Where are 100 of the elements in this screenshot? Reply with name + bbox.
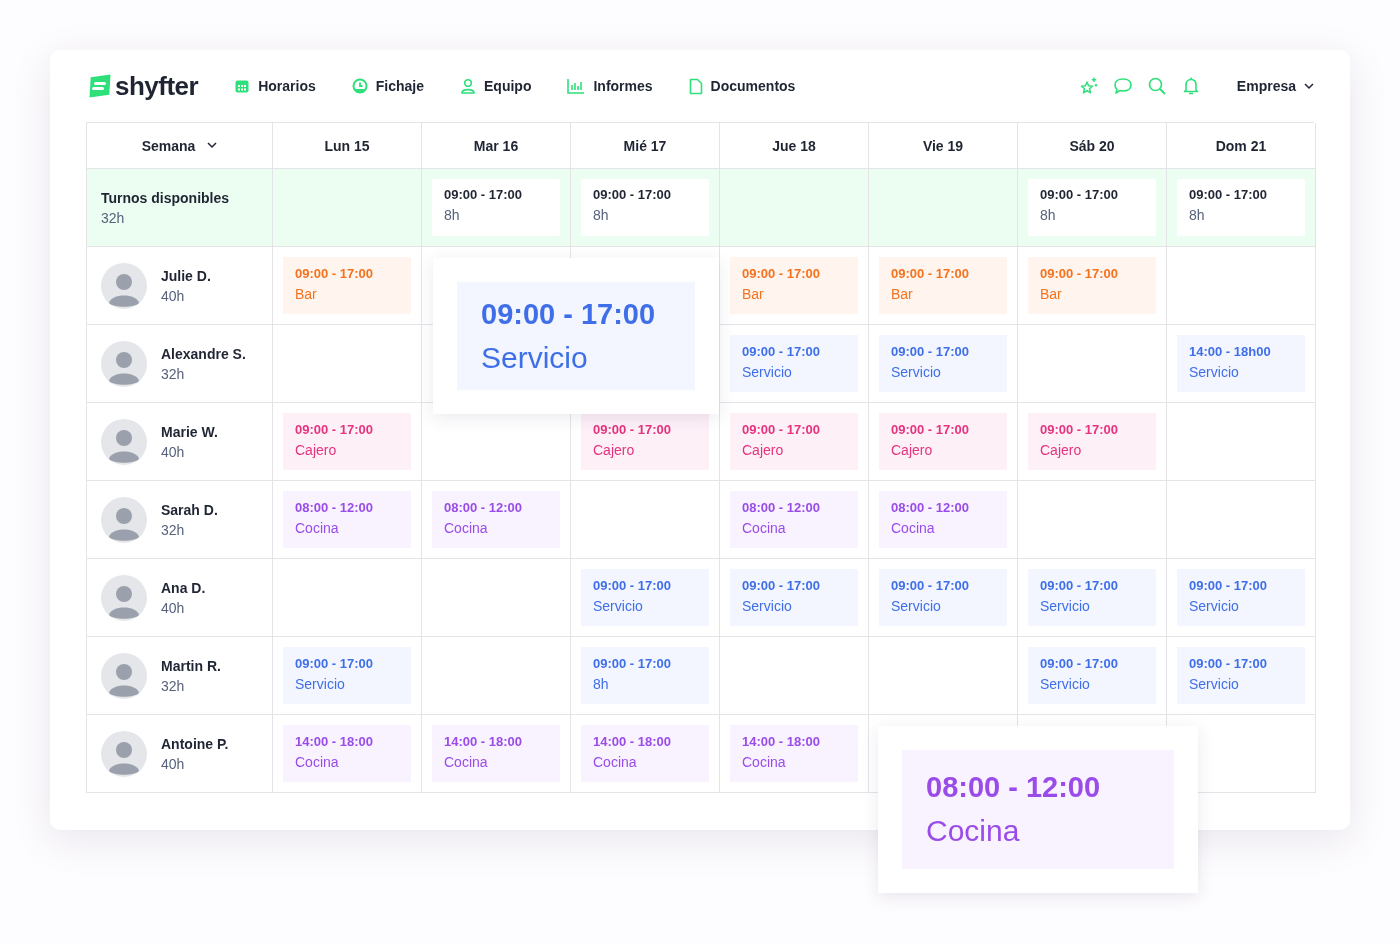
open-shift-card[interactable]: 09:00 - 17:00 8h (432, 179, 560, 236)
shift-time: 09:00 - 17:00 (891, 266, 971, 281)
shift-role: Cajero (295, 442, 338, 458)
shift-card[interactable]: 09:00 - 17:00 Cajero (581, 413, 709, 470)
shift-card[interactable]: 08:00 - 12:00 Cocina (283, 491, 411, 548)
shift-card[interactable]: 09:00 - 17:00 Servicio (879, 335, 1007, 392)
shift-card[interactable]: 09:00 - 17:00 Servicio (1177, 647, 1305, 704)
open-shift-card[interactable]: 09:00 - 17:00 8h (1028, 179, 1156, 236)
shift-time: 09:00 - 17:00 (891, 422, 971, 437)
shift-card[interactable]: 09:00 - 17:00 Servicio (1028, 647, 1156, 704)
nav-link[interactable]: Equipo (460, 77, 532, 95)
shift-card[interactable]: 09:00 - 17:00 Servicio (730, 335, 858, 392)
shift-role: Servicio (1040, 598, 1091, 614)
shift-time: 09:00 - 17:00 (1040, 187, 1120, 202)
shift-card[interactable]: 09:00 - 17:00 Servicio (457, 282, 695, 390)
shift-card[interactable]: 08:00 - 12:00 Cocina (879, 491, 1007, 548)
employee-name: Marie W. (161, 423, 218, 440)
shift-time: 09:00 - 17:00 (295, 266, 375, 281)
shift-card[interactable]: 09:00 - 17:00 Bar (283, 257, 411, 314)
employee-name: Sarah D. (161, 501, 218, 518)
employee-name: Martin R. (161, 657, 221, 674)
shift-role: Cocina (593, 754, 638, 770)
shift-time: 08:00 - 12:00 (742, 500, 822, 515)
shift-time: 08:00 - 12:00 (926, 771, 1102, 804)
shift-role: 8h (593, 676, 610, 692)
shift-card[interactable]: 09:00 - 17:00 Servicio (1028, 569, 1156, 626)
shift-card[interactable]: 14:00 - 18:00 Cocina (283, 725, 411, 782)
shift-card[interactable]: 08:00 - 12:00 Cocina (432, 491, 560, 548)
hours-total: 32h (101, 209, 126, 226)
shift-time: 09:00 - 17:00 (593, 422, 673, 437)
shift-time: 09:00 - 17:00 (295, 656, 375, 671)
open-shift-card[interactable]: 09:00 - 17:00 8h (1177, 179, 1305, 236)
shift-time: 08:00 - 12:00 (444, 500, 524, 515)
shift-time: 09:00 - 17:00 (891, 344, 971, 359)
shift-card[interactable]: 09:00 - 17:00 Servicio (879, 569, 1007, 626)
avatar (101, 574, 147, 621)
shift-role: Bar (1040, 286, 1063, 302)
logo-wordmark[interactable]: shyfter (115, 70, 199, 102)
shift-role: Servicio (1189, 364, 1240, 380)
shift-card[interactable]: 09:00 - 17:00 Servicio (581, 569, 709, 626)
avatar (101, 262, 147, 309)
open-shift-card[interactable]: 09:00 - 17:00 8h (581, 179, 709, 236)
shift-time: 09:00 - 17:00 (593, 656, 673, 671)
shift-role: Cocina (295, 520, 340, 536)
shift-role: Cajero (891, 442, 934, 458)
shift-role: Cocina (926, 814, 1021, 848)
shift-card[interactable]: 09:00 - 17:00 Cajero (879, 413, 1007, 470)
nav-link[interactable]: Documentos (688, 77, 796, 95)
week-dropdown[interactable]: Semana (141, 137, 218, 154)
shift-hours: 8h (1189, 207, 1206, 223)
shift-card[interactable]: 09:00 - 17:00 Servicio (283, 647, 411, 704)
shift-time: 09:00 - 17:00 (1189, 578, 1269, 593)
day-header: Vie 19 (922, 137, 964, 154)
calendar-icon (234, 78, 251, 94)
shift-time: 09:00 - 17:00 (593, 578, 673, 593)
clock-icon (351, 78, 368, 94)
search-icon[interactable] (1146, 76, 1167, 96)
shift-card[interactable]: 09:00 - 17:00 Bar (1028, 257, 1156, 314)
shift-card[interactable]: 08:00 - 12:00 Cocina (730, 491, 858, 548)
shift-card[interactable]: 09:00 - 17:00 Cajero (730, 413, 858, 470)
avatar (101, 652, 147, 699)
shift-card[interactable]: 14:00 - 18:00 Cocina (730, 725, 858, 782)
shift-time: 09:00 - 17:00 (742, 422, 822, 437)
chat-icon[interactable] (1112, 76, 1133, 96)
shift-card[interactable]: 09:00 - 17:00 8h (581, 647, 709, 704)
day-header: Dom 21 (1215, 137, 1267, 154)
shift-time: 09:00 - 17:00 (1040, 578, 1120, 593)
employee-name: Alexandre S. (161, 345, 246, 362)
shift-role: Cocina (742, 520, 787, 536)
shift-card[interactable]: 08:00 - 12:00 Cocina (902, 750, 1174, 869)
nav-link[interactable]: Informes (567, 77, 653, 95)
shift-role: Cajero (1040, 442, 1083, 458)
shift-card[interactable]: 09:00 - 17:00 Cajero (283, 413, 411, 470)
shift-card[interactable]: 09:00 - 17:00 Bar (879, 257, 1007, 314)
employee-name: Antoine P. (161, 735, 229, 752)
chevron-down-icon (207, 142, 218, 149)
sparkle-star-icon[interactable] (1078, 76, 1099, 96)
shift-time: 08:00 - 12:00 (295, 500, 375, 515)
shift-time: 09:00 - 17:00 (1040, 266, 1120, 281)
shift-role: Servicio (1040, 676, 1091, 692)
shift-card[interactable]: 14:00 - 18:00 Cocina (581, 725, 709, 782)
shift-time: 09:00 - 17:00 (1040, 656, 1120, 671)
shift-time: 09:00 - 17:00 (742, 266, 822, 281)
shift-role: Bar (295, 286, 318, 302)
shift-hours: 8h (444, 207, 461, 223)
shift-card[interactable]: 09:00 - 17:00 Bar (730, 257, 858, 314)
shift-role: Cajero (593, 442, 636, 458)
shift-role: Cocina (295, 754, 340, 770)
shift-card[interactable]: 09:00 - 17:00 Servicio (730, 569, 858, 626)
shift-role: Servicio (1189, 598, 1240, 614)
nav-link[interactable]: Fichaje (351, 77, 425, 95)
shift-time: 14:00 - 18:00 (742, 734, 822, 749)
shift-card[interactable]: 14:00 - 18:00 Cocina (432, 725, 560, 782)
avatar (101, 496, 147, 543)
account-dropdown[interactable]: Empresa (1236, 78, 1314, 94)
shift-card[interactable]: 09:00 - 17:00 Servicio (1177, 569, 1305, 626)
shift-role: Cajero (742, 442, 785, 458)
shift-card[interactable]: 14:00 - 18h00 Servicio (1177, 335, 1305, 392)
nav-link[interactable]: Horarios (234, 77, 316, 95)
shift-card[interactable]: 09:00 - 17:00 Cajero (1028, 413, 1156, 470)
